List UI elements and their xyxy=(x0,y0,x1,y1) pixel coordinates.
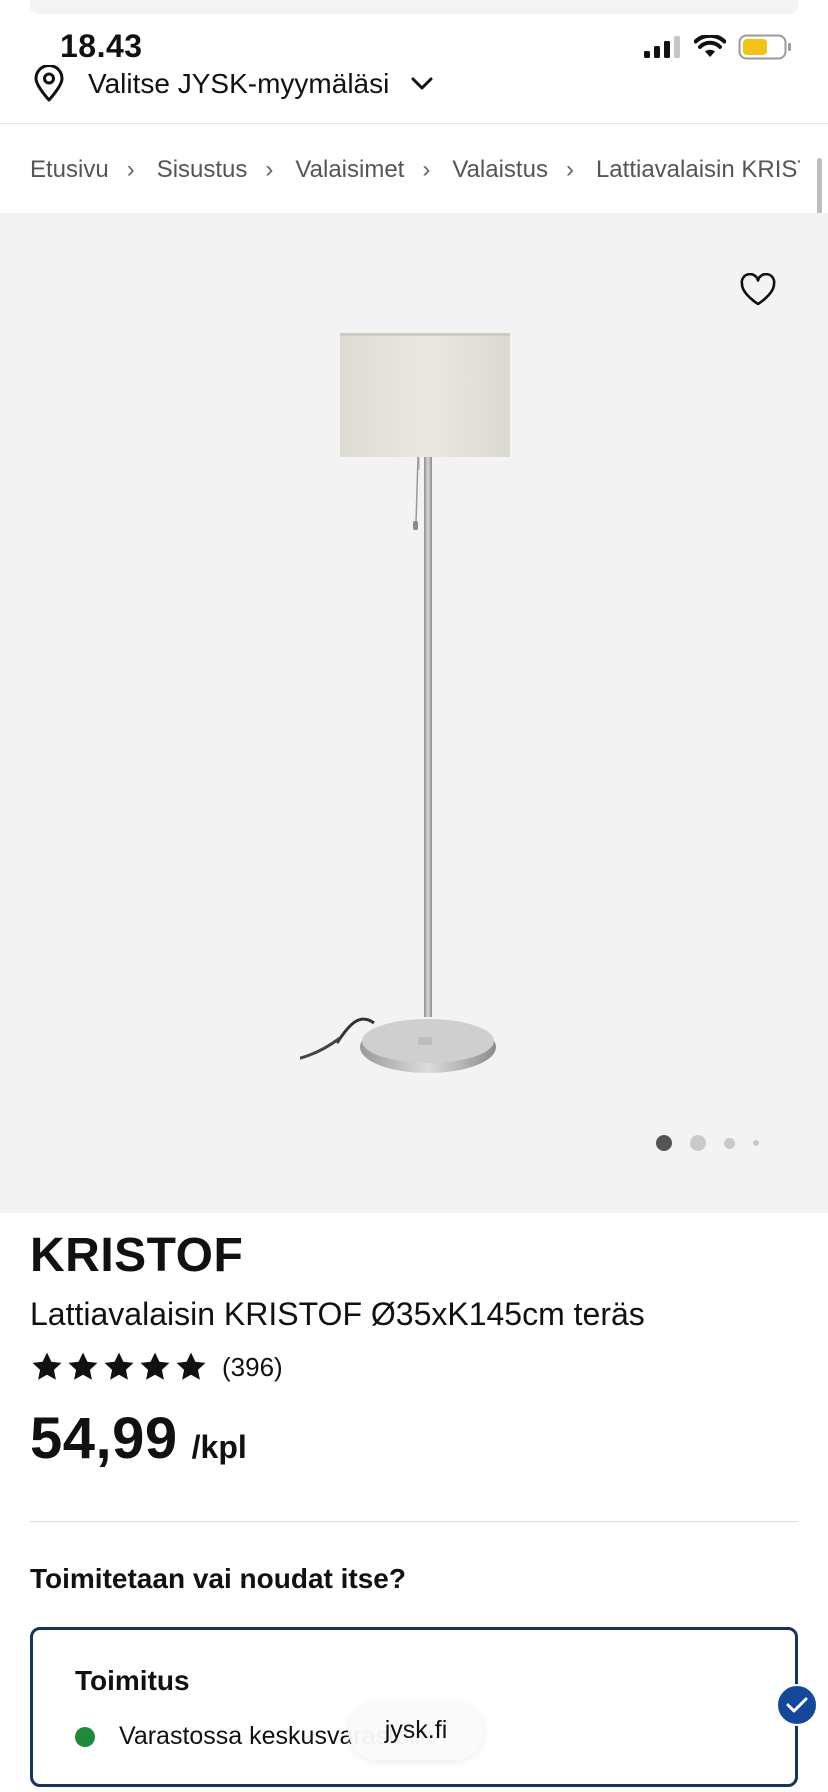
product-image-gallery[interactable] xyxy=(0,213,828,1213)
wifi-icon xyxy=(694,35,726,57)
star-icon xyxy=(140,1352,170,1380)
chevron-right-icon: › xyxy=(126,156,135,183)
star-icon xyxy=(32,1352,62,1380)
breadcrumb-item-current[interactable]: Lattiavalaisin KRISTOF xyxy=(596,156,800,184)
breadcrumb: Etusivu › Sisustus › Valaisimet › Valais… xyxy=(30,150,800,190)
product-image-floor-lamp xyxy=(300,333,510,1073)
product-brand: KRISTOF xyxy=(30,1229,244,1282)
battery-level xyxy=(743,39,767,55)
chevron-right-icon: › xyxy=(265,156,274,183)
browser-url-pill[interactable]: jysk.fi xyxy=(348,1700,484,1760)
status-icons xyxy=(644,34,792,60)
star-icon xyxy=(176,1352,206,1380)
gallery-dot-active[interactable] xyxy=(656,1135,672,1151)
delivery-option-title: Toimitus xyxy=(75,1665,190,1696)
breadcrumb-item-sisustus[interactable]: Sisustus xyxy=(157,156,248,184)
breadcrumb-item-valaistus[interactable]: Valaistus xyxy=(452,156,548,184)
status-time: 18.43 xyxy=(60,28,143,64)
breadcrumb-item-valaisimet[interactable]: Valaisimet xyxy=(295,156,404,184)
battery-icon xyxy=(738,34,791,60)
breadcrumb-item-etusivu[interactable]: Etusivu xyxy=(30,156,109,184)
gallery-pagination xyxy=(656,1135,759,1151)
price-unit: /kpl xyxy=(191,1429,247,1465)
heart-icon[interactable] xyxy=(740,273,776,307)
product-name: Lattiavalaisin KRISTOF Ø35xK145cm teräs xyxy=(30,1296,645,1332)
store-selector[interactable]: Valitse JYSK-myymäläsi xyxy=(32,62,433,106)
price: 54,99 /kpl xyxy=(30,1405,247,1472)
gallery-dot[interactable] xyxy=(753,1140,759,1146)
location-pin-icon xyxy=(34,65,64,102)
store-selector-label: Valitse JYSK-myymäläsi xyxy=(88,68,390,99)
chevron-down-icon xyxy=(411,77,433,90)
product-page: 18.43 Valitse JYSK-myymäläsi Etusivu › S… xyxy=(0,0,828,1792)
chevron-right-icon: › xyxy=(565,156,574,183)
delivery-section-title: Toimitetaan vai noudat itse? xyxy=(30,1563,406,1594)
section-divider xyxy=(30,1521,798,1522)
top-strip xyxy=(30,0,798,14)
header-divider xyxy=(0,123,828,124)
gallery-dot[interactable] xyxy=(724,1137,735,1149)
cellular-signal-icon xyxy=(644,36,680,58)
chevron-right-icon: › xyxy=(422,156,431,183)
star-icon xyxy=(104,1352,134,1380)
rating[interactable]: (396) xyxy=(30,1350,283,1384)
price-value: 54,99 xyxy=(30,1406,178,1471)
selected-check-icon xyxy=(776,1684,818,1726)
review-count: (396) xyxy=(222,1351,283,1382)
gallery-dot[interactable] xyxy=(690,1135,706,1151)
stock-status-dot xyxy=(75,1726,95,1747)
star-icon xyxy=(68,1352,98,1380)
